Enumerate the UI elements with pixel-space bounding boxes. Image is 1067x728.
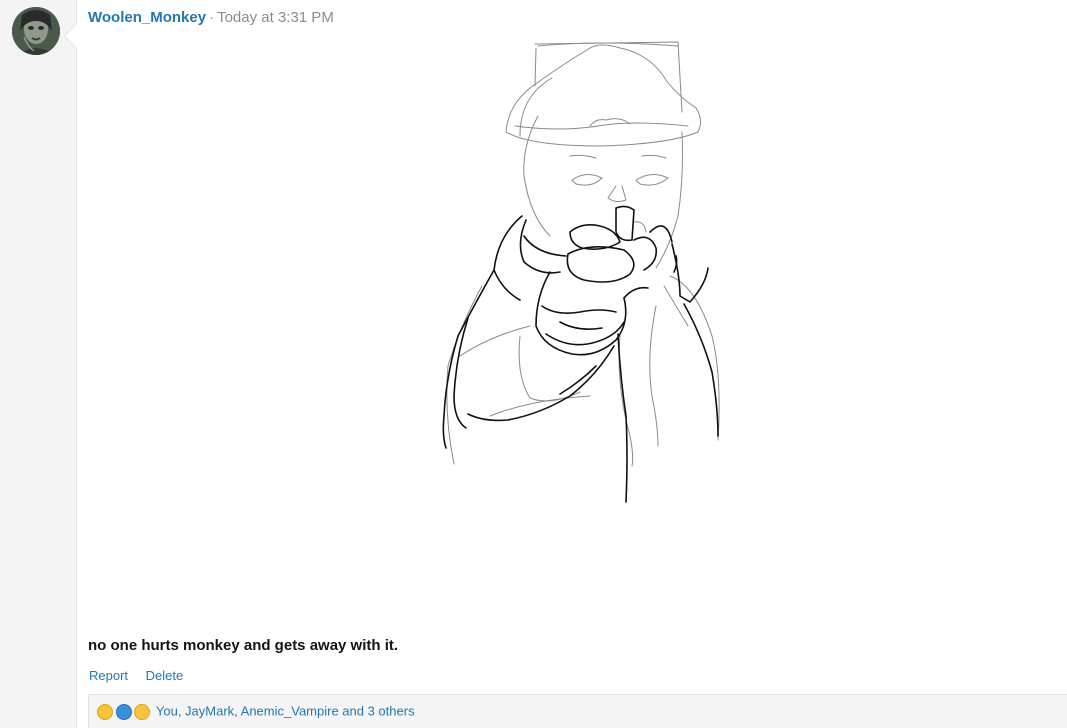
attached-sketch-image[interactable] (420, 36, 740, 516)
report-link[interactable]: Report (89, 668, 128, 683)
message-header: Woolen_Monkey · Today at 3:31 PM (88, 8, 334, 28)
user-sidebar (0, 0, 77, 728)
message-text: no one hurts monkey and gets away with i… (88, 637, 399, 654)
reactions-bar: You, JayMark, Anemic_Vampire and 3 other… (88, 694, 1067, 728)
message-pointer-fill (65, 24, 77, 48)
delete-link[interactable]: Delete (146, 668, 184, 683)
message-page: Woolen_Monkey · Today at 3:31 PM no one … (0, 0, 1067, 728)
reaction-icons[interactable] (97, 703, 151, 720)
message-actions: Report Delete (89, 667, 197, 685)
reaction-users-link[interactable]: You, JayMark, Anemic_Vampire and 3 other… (156, 704, 415, 719)
username-link[interactable]: Woolen_Monkey (88, 9, 206, 26)
like-reaction-icon (115, 703, 132, 720)
avatar[interactable] (12, 7, 60, 55)
laugh-reaction-icon (97, 703, 113, 720)
wow-reaction-icon (134, 703, 151, 720)
timestamp-link[interactable]: Today at 3:31 PM (217, 9, 334, 26)
header-separator: · (209, 9, 215, 26)
